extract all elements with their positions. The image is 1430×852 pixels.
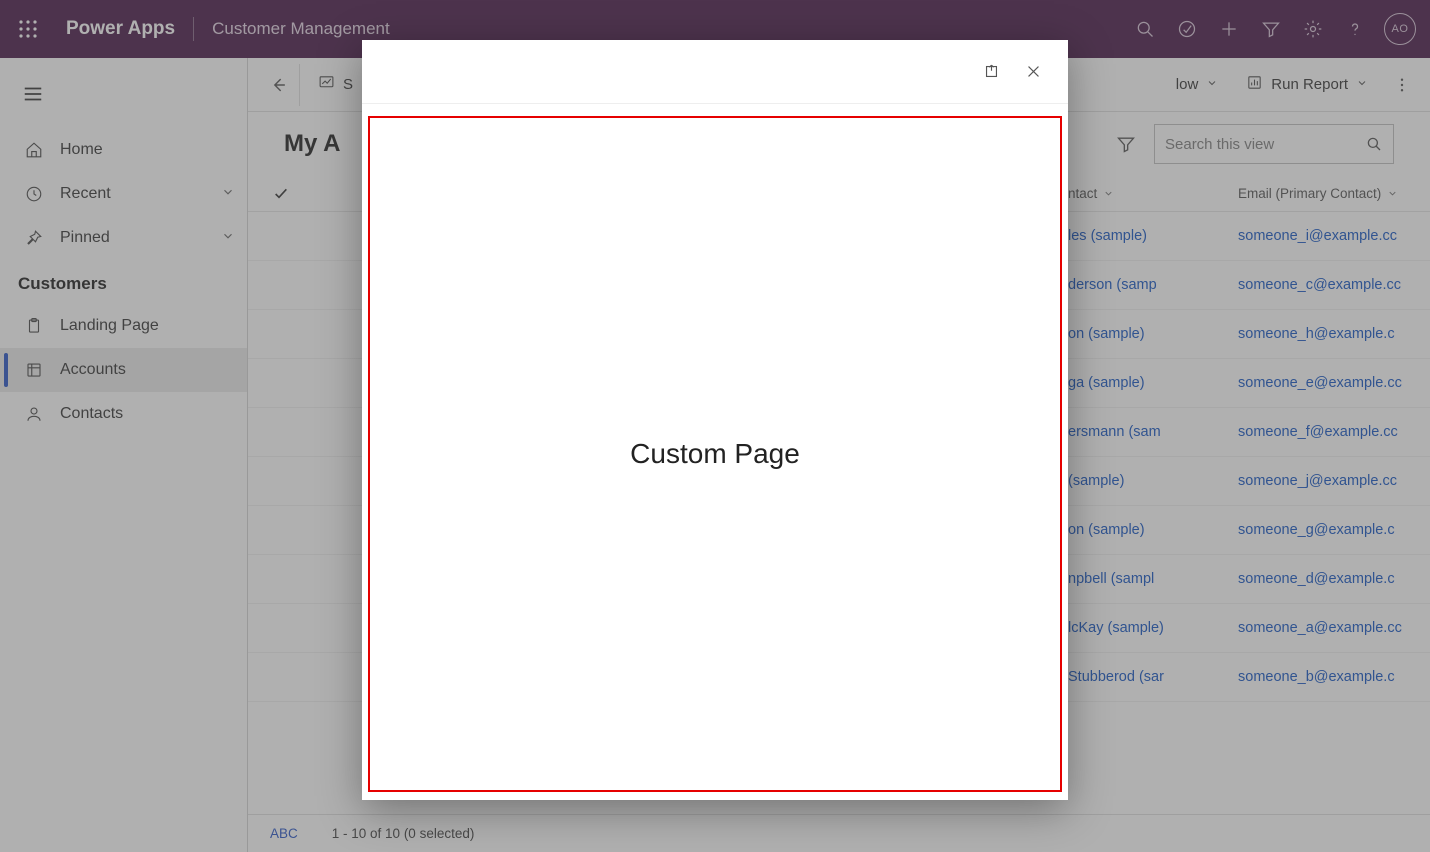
- dialog-title-bar: [362, 40, 1068, 104]
- custom-page-dialog: Custom Page: [362, 40, 1068, 800]
- dialog-body-frame: Custom Page: [368, 116, 1062, 792]
- custom-page-label: Custom Page: [630, 438, 800, 470]
- dialog-expand-button[interactable]: [980, 61, 1002, 83]
- dialog-close-button[interactable]: [1022, 61, 1044, 83]
